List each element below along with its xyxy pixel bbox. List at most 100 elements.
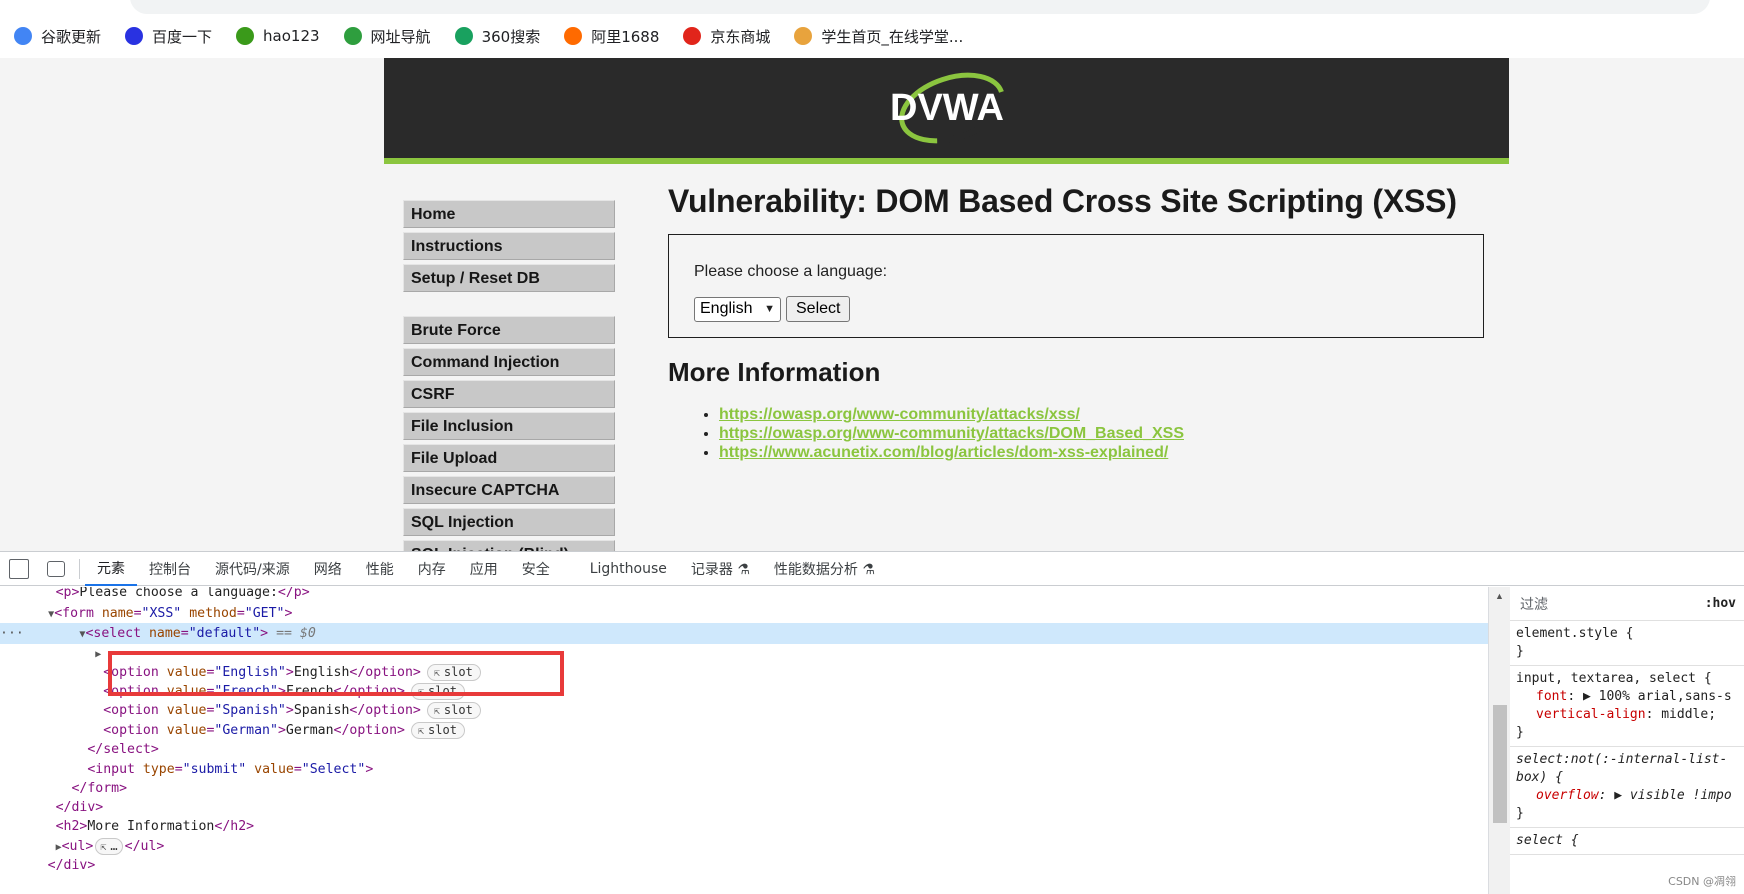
dvwa-logo-icon: DVWA [890,72,1005,144]
devtools-tab[interactable]: 性能 [354,552,406,586]
css-declaration[interactable]: font: ▶ 100% arial,sans-s [1516,688,1744,706]
language-select[interactable]: English ▼ [694,296,781,322]
more-info-link[interactable]: https://www.acunetix.com/blog/articles/d… [719,444,1168,461]
filter-input[interactable]: 过滤 [1520,594,1548,614]
code-line-option[interactable]: <option value="Spanish">Spanish</option>… [0,700,1488,721]
menu-item[interactable]: Brute Force [403,316,615,344]
devtools-tab[interactable]: 内存 [406,552,458,586]
more-info-link[interactable]: https://owasp.org/www-community/attacks/… [719,406,1080,423]
main-menu: Home Instructions Setup / Reset DB Brute Fo… [403,200,615,551]
devtools-tab[interactable]: 记录器 ⚗ [679,552,762,586]
code-line-div-close-2[interactable]: </div> [0,855,1488,876]
vulnerable-code-area: Please choose a language: English ▼ Sele… [668,234,1484,338]
bookmark-label: 百度一下 [152,27,213,46]
option-text: German [285,723,334,738]
menu-item[interactable]: File Inclusion [403,412,615,440]
bookmark-item[interactable]: 京东商城 [683,26,770,47]
form-name-attr: "XSS" [141,606,182,621]
select-submit-button[interactable]: Select [786,296,851,322]
css-value: middle; [1661,707,1717,722]
menu-item[interactable]: CSRF [403,380,615,408]
code-line-p[interactable]: <p>Please choose a language:</p> [0,587,1488,603]
css-rule: input, textarea, select {font: ▶ 100% ar… [1510,666,1744,747]
devtools-tab[interactable]: 应用 [458,552,510,586]
slot-badge[interactable]: slot [426,701,481,719]
language-form: English ▼ Select [694,296,1483,322]
code-line-ul[interactable]: ▶<ul>…</ul> [0,836,1488,857]
css-property: vertical-align [1536,707,1646,722]
menu-item[interactable]: SQL Injection [403,508,615,536]
menu-item[interactable]: Command Injection [403,348,615,376]
address-bar[interactable] [130,0,1710,14]
css-declaration[interactable]: overflow: ▶ visible !impo [1516,787,1744,805]
code-line-div-close[interactable]: </div> [0,797,1488,818]
devtools-panel: 元素 控制台 源代码/来源 网络 性能 内存 应用 安全 Lighthouse 记录器 ⚗ 性能数据… [0,551,1744,894]
scroll-up-icon[interactable]: ▲ [1495,591,1504,601]
house-icon [343,27,362,45]
menu-item[interactable]: SQL Injection (Blind) [403,540,615,551]
elements-scrollbar[interactable]: ▲ [1488,587,1510,894]
device-toolbar-icon[interactable] [47,560,65,577]
css-property: font [1536,689,1568,704]
bookmark-item[interactable]: 学生首页_在线学堂... [794,26,963,47]
bookmark-item[interactable]: 百度一下 [125,26,212,47]
devtools-tabbar: 元素 控制台 源代码/来源 网络 性能 内存 应用 安全 Lighthouse 记录器 ⚗ 性能数据… [0,552,1744,586]
devtools-tab[interactable]: 安全 [510,552,562,586]
more-info-link[interactable]: https://owasp.org/www-community/attacks/… [719,425,1184,442]
bookmark-item[interactable]: 网址导航 [343,26,431,47]
elements-tree: <p>Please choose a language:</p> ▼<form … [0,587,1488,894]
bookmark-label: 阿里1688 [591,27,660,46]
slot-badge[interactable]: slot [411,721,465,739]
inspect-element-icon[interactable] [9,558,29,579]
rule-selector[interactable]: input, textarea, select { [1516,670,1744,688]
dvwa-header: DVWA [384,58,1509,164]
rule-selector[interactable]: select:not(:-internal-list- [1516,751,1744,769]
hov-toggle[interactable]: :hov [1705,596,1736,611]
h2-text: More Information [87,819,215,834]
code-line-input[interactable]: <input type="submit" value="Select"> [0,759,1488,780]
css-declaration[interactable]: vertical-align: middle; [1516,706,1744,724]
devtools-tab[interactable]: 性能数据分析 ⚗ [762,552,887,586]
menu-item[interactable]: Setup / Reset DB [403,264,615,292]
baidu-paw-icon [125,27,144,45]
menu-item[interactable]: Home [403,200,615,228]
option-value-attr: "German" [214,723,278,738]
bookmark-item[interactable]: 360搜索 [454,26,540,47]
bookmark-item[interactable]: 阿里1688 [564,26,659,47]
code-line-select-selected[interactable]: ··· ▼<select name="default"> == $0 [0,623,1488,644]
devtools-tab[interactable]: 网络 [302,552,354,586]
bookmark-item[interactable]: hao123 [236,27,320,45]
link-list-item: https://owasp.org/www-community/attacks/… [719,424,1488,443]
dvwa-page: DVWA Home Instructions Setup / Reset DB Bru… [384,58,1509,551]
code-line-form-close[interactable]: </form> [0,778,1488,799]
rule-selector[interactable]: select { [1516,832,1744,850]
link-list-item: https://owasp.org/www-community/attacks/… [719,405,1488,424]
select-name-attr: "default" [188,626,261,641]
menu-item[interactable]: Insecure CAPTCHA [403,476,615,504]
option-text: Spanish [293,703,350,718]
menu-item[interactable]: Instructions [403,232,615,260]
menu-item[interactable]: File Upload [403,444,615,472]
devtools-tab[interactable]: 控制台 [137,552,203,586]
devtools-tab[interactable]: Lighthouse [578,552,679,586]
language-prompt: Please choose a language: [694,263,888,280]
hao123-icon [236,27,255,45]
styles-filter[interactable]: 过滤 :hov [1510,587,1744,621]
code-line-option[interactable]: <option value="German">German</option>sl… [0,720,1488,741]
input-type-attr: "submit" [182,762,247,777]
language-select-value: English [700,300,753,317]
ellipsis-badge[interactable]: … [95,837,123,855]
rule-close: } [1516,806,1524,821]
css-rule: select { [1510,828,1744,855]
bookmark-label: 京东商城 [710,27,771,46]
devtools-tab[interactable]: 元素 [85,552,137,586]
input-value-attr: "Select" [301,762,366,777]
code-line-form[interactable]: ▼<form name="XSS" method="GET"> [0,603,1488,624]
scrollbar-thumb[interactable] [1493,705,1507,823]
code-line-h2[interactable]: <h2>More Information</h2> [0,816,1488,837]
code-line-select-close[interactable]: </select> [0,739,1488,760]
rule-selector[interactable]: element.style { [1516,625,1744,643]
watermark: CSDN @凋翎 [1668,875,1736,888]
bookmark-item[interactable]: 谷歌更新 [14,26,101,47]
devtools-tab[interactable]: 源代码/来源 [203,552,302,586]
